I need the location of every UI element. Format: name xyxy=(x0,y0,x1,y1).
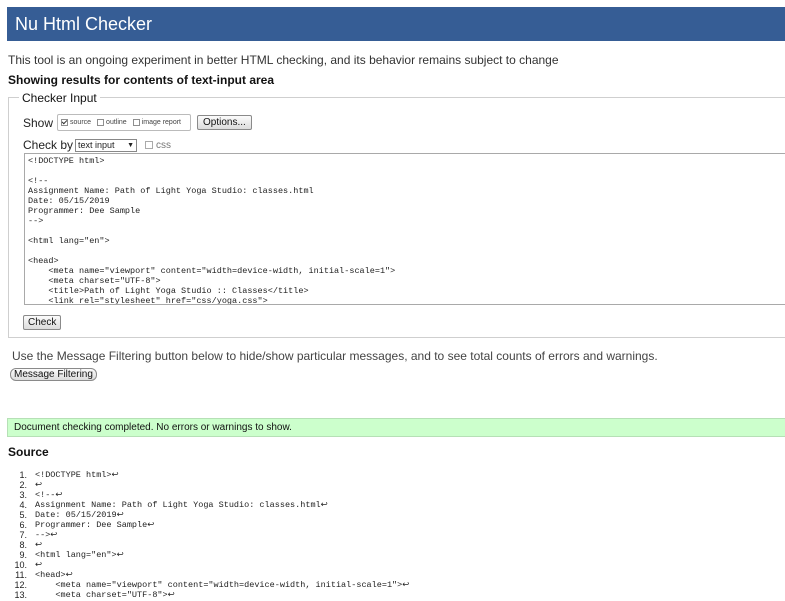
source-line: 6. Programmer: Dee Sample↩ xyxy=(8,520,409,530)
source-line: 2. ↩ xyxy=(8,480,409,490)
line-code: ↩ xyxy=(35,560,43,570)
show-source-option[interactable]: source xyxy=(61,119,91,126)
line-code: ↩ xyxy=(35,480,43,490)
line-number: 1. xyxy=(19,470,27,480)
line-number: 4. xyxy=(19,500,27,510)
source-line: 3. <!--↩ xyxy=(8,490,409,500)
image-report-checkbox[interactable] xyxy=(132,119,140,126)
check-by-select[interactable]: text input ▼ xyxy=(75,138,138,152)
check-by-value: text input xyxy=(78,140,115,150)
line-code: Date: 05/15/2019↩ xyxy=(35,510,124,520)
textarea-line: <link rel="stylesheet" href="css/yoga.cs… xyxy=(28,296,268,305)
showing-results-heading: Showing results for contents of text-inp… xyxy=(8,73,275,87)
css-option[interactable]: css xyxy=(145,140,171,151)
check-button[interactable]: Check xyxy=(23,315,62,330)
app-title: Nu Html Checker xyxy=(15,14,153,34)
source-line: 7. -->↩ xyxy=(8,530,409,540)
source-line: 12. <meta name="viewport" content="width… xyxy=(8,580,409,590)
textarea-line: <html lang="en"> xyxy=(28,236,110,246)
line-code: <meta name="viewport" content="width=dev… xyxy=(35,580,410,590)
line-number: 3. xyxy=(19,490,27,500)
textarea-line: --> xyxy=(28,216,44,226)
line-number: 11. xyxy=(15,570,27,580)
show-outline-option[interactable]: outline xyxy=(97,119,127,126)
dropdown-arrow-icon: ▼ xyxy=(127,141,135,149)
line-code: <meta charset="UTF-8">↩ xyxy=(35,590,175,600)
line-number: 5. xyxy=(19,510,27,520)
filter-note: Use the Message Filtering button below t… xyxy=(12,349,658,363)
line-number: 6. xyxy=(19,520,27,530)
css-checkbox[interactable] xyxy=(145,141,154,149)
line-code: Programmer: Dee Sample↩ xyxy=(35,520,155,530)
textarea-line: <meta charset="UTF-8"> xyxy=(28,276,161,286)
textarea-line xyxy=(28,226,785,236)
source-checkbox[interactable] xyxy=(61,119,69,126)
show-options-row: Show source outline image report Options… xyxy=(23,114,252,131)
source-line: 9. <html lang="en">↩ xyxy=(8,550,409,560)
textarea-line: Assignment Name: Path of Light Yoga Stud… xyxy=(28,186,314,196)
line-code: <head>↩ xyxy=(35,570,73,580)
source-line: 4. Assignment Name: Path of Light Yoga St… xyxy=(8,500,409,510)
source-textarea[interactable]: <!DOCTYPE html> <!-- Assignment Name: Path… xyxy=(24,153,785,305)
source-line: 11. <head>↩ xyxy=(8,570,409,580)
outline-option-label: outline xyxy=(106,119,127,126)
outline-checkbox[interactable] xyxy=(97,119,105,126)
textarea-line xyxy=(28,246,785,256)
line-code: Assignment Name: Path of Light Yoga Stud… xyxy=(35,500,328,510)
message-filtering-button[interactable]: Message Filtering xyxy=(10,368,97,381)
checker-input-legend: Checker Input xyxy=(19,91,100,105)
source-line: 8. ↩ xyxy=(8,540,409,550)
app-header: Nu Html Checker xyxy=(7,7,785,41)
source-listing: 1. <!DOCTYPE html>↩ 2. ↩ 3. <!--↩ 4. Assignment… xyxy=(8,470,409,600)
line-number: 10. xyxy=(14,560,27,570)
textarea-line: <!-- xyxy=(28,176,49,186)
source-line: 13. <meta charset="UTF-8">↩ xyxy=(8,590,409,600)
textarea-line: Date: 05/15/2019 xyxy=(28,196,110,206)
textarea-line: Programmer: Dee Sample xyxy=(28,206,141,216)
textarea-line xyxy=(28,166,785,176)
status-message: Document checking completed. No errors o… xyxy=(7,418,785,437)
line-code: <!DOCTYPE html>↩ xyxy=(35,470,119,480)
source-line: 10. ↩ xyxy=(8,560,409,570)
show-image-report-option[interactable]: image report xyxy=(132,119,181,126)
check-by-label: Check by xyxy=(23,138,74,152)
line-code: -->↩ xyxy=(35,530,58,540)
line-number: 8. xyxy=(19,540,27,550)
textarea-line: <title>Path of Light Yoga Studio :: Clas… xyxy=(28,286,309,296)
show-options-group: source outline image report xyxy=(57,114,191,131)
options-button[interactable]: Options... xyxy=(196,115,252,130)
source-line: 5. Date: 05/15/2019↩ xyxy=(8,510,409,520)
textarea-line: <head> xyxy=(28,256,59,266)
line-number: 12. xyxy=(14,580,27,590)
source-heading: Source xyxy=(8,445,49,459)
line-number: 13. xyxy=(14,590,27,600)
line-number: 7. xyxy=(19,530,27,540)
intro-text: This tool is an ongoing experiment in be… xyxy=(8,53,559,67)
textarea-line: <meta name="viewport" content="width=dev… xyxy=(28,266,396,276)
line-code: ↩ xyxy=(35,540,43,550)
source-option-label: source xyxy=(70,119,92,126)
line-number: 9. xyxy=(19,550,27,560)
show-label: Show xyxy=(23,115,54,130)
line-code: <!--↩ xyxy=(35,490,63,500)
source-line: 1. <!DOCTYPE html>↩ xyxy=(8,470,409,480)
checker-input-fieldset: Checker Input Show source outline image … xyxy=(8,91,785,338)
image-report-option-label: image report xyxy=(141,119,181,126)
line-number: 2. xyxy=(19,480,27,490)
line-code: <html lang="en">↩ xyxy=(35,550,124,560)
check-by-row: Check by text input ▼ css xyxy=(23,138,171,152)
css-label: css xyxy=(156,139,172,151)
textarea-line: <!DOCTYPE html> xyxy=(28,156,105,166)
